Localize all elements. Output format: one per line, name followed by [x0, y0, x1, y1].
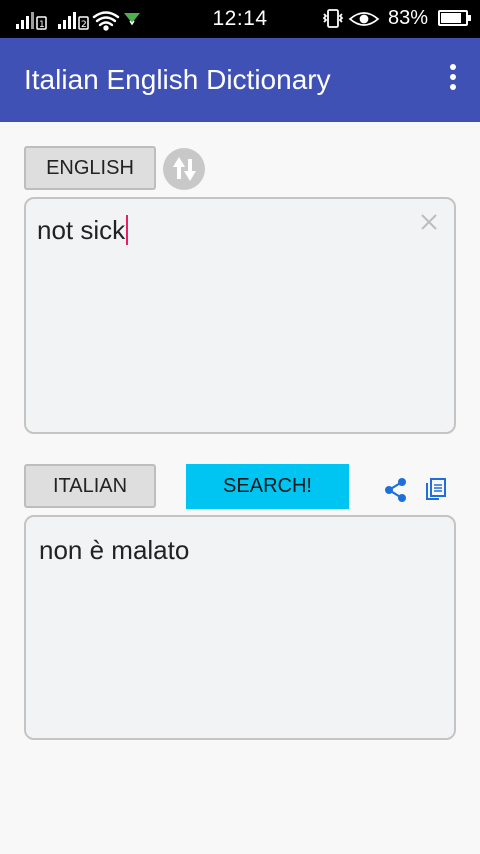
battery-level	[441, 13, 461, 23]
status-bar: 1 2 12:14 83%	[0, 0, 480, 38]
translation-text: non è malato	[39, 535, 190, 565]
eye-icon	[348, 12, 380, 26]
text-cursor	[126, 215, 129, 245]
overflow-menu-icon[interactable]	[446, 64, 460, 96]
share-icon[interactable]	[383, 477, 409, 503]
copy-icon[interactable]	[423, 477, 449, 503]
swap-arrows-icon	[173, 157, 196, 181]
battery-percentage: 83%	[387, 7, 428, 29]
app-title: Italian English Dictionary	[24, 64, 331, 95]
search-button[interactable]: SEARCH!	[186, 464, 349, 509]
source-text-value: not sick	[37, 215, 129, 246]
app-bar: Italian English Dictionary	[0, 38, 480, 122]
close-icon[interactable]	[418, 211, 440, 233]
target-language-button[interactable]: ITALIAN	[24, 464, 156, 508]
source-language-button[interactable]: ENGLISH	[24, 146, 156, 190]
status-right-icons	[322, 8, 384, 35]
swap-languages-button[interactable]	[163, 148, 205, 190]
vibrate-icon	[322, 9, 344, 28]
battery-icon	[438, 10, 471, 26]
source-text-input[interactable]: not sick	[24, 197, 456, 434]
translation-output-box: non è malato	[24, 515, 456, 740]
